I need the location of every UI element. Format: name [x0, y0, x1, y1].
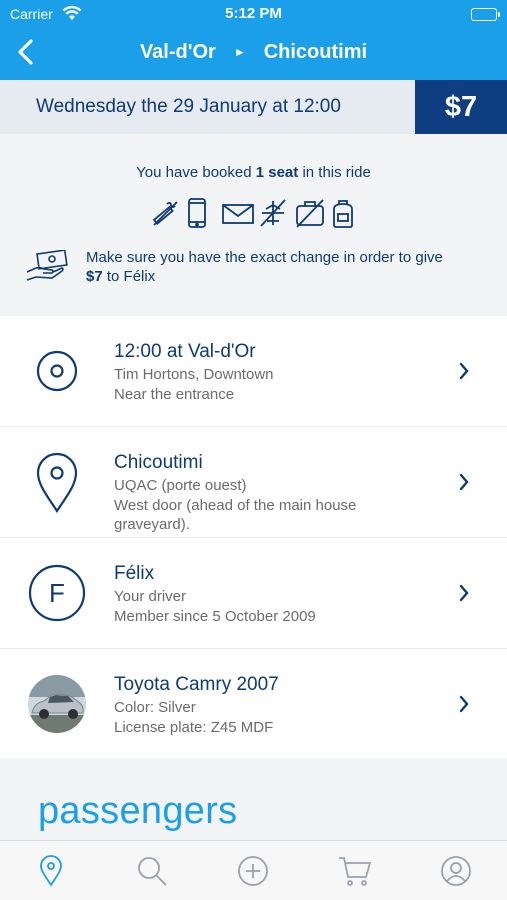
departure-point-icon	[28, 342, 86, 400]
ride-features	[150, 196, 360, 230]
departure-details: Tim Hortons, Downtown Near the entrance	[114, 365, 434, 404]
tab-search-icon[interactable]	[132, 851, 172, 891]
chevron-right-icon	[457, 472, 471, 492]
departure-note: Near the entrance	[114, 385, 235, 403]
add-icon	[238, 855, 269, 886]
route-title: Val-d'Or ► Chicoutimi	[0, 41, 507, 64]
arrival-row[interactable]: Chicoutimi UQAC (porte ouest) West door …	[0, 427, 507, 538]
payment-amount: $7	[86, 268, 103, 285]
cart-icon	[338, 856, 372, 886]
trip-date: Wednesday the 29 January at 12:00	[36, 96, 341, 117]
driver-initial: F	[49, 578, 65, 608]
seats-suffix: in this ride	[298, 164, 371, 181]
phone-icon	[186, 197, 216, 229]
payment-recipient: to Félix	[102, 268, 156, 285]
arrival-details: UQAC (porte ouest) West door (ahead of t…	[114, 476, 434, 535]
no-flights-icon	[258, 197, 288, 229]
chevron-right-icon	[457, 694, 471, 714]
trip-price: $7	[415, 80, 507, 134]
clock: 5:12 PM	[225, 5, 282, 22]
driver-member-since: Member since 5 October 2009	[114, 607, 316, 625]
arrival-place: UQAC (porte ouest)	[114, 477, 247, 494]
no-luggage-icon	[294, 197, 324, 229]
chevron-right-icon	[457, 583, 471, 603]
route-arrow-icon: ►	[233, 45, 246, 59]
driver-role: Your driver	[114, 588, 186, 605]
tab-profile-icon[interactable]	[436, 851, 476, 891]
cash-hand-icon	[26, 249, 68, 282]
route-from: Val-d'Or	[139, 41, 216, 63]
search-icon	[138, 856, 167, 886]
departure-row[interactable]: 12:00 at Val-d'Or Tim Hortons, Downtown …	[0, 316, 507, 427]
arrival-title: Chicoutimi	[114, 452, 203, 473]
payment-text: Make sure you have the exact change in o…	[86, 248, 443, 286]
email-icon	[222, 197, 254, 229]
trip-date-bar: Wednesday the 29 January at 12:00 $7	[0, 80, 507, 134]
profile-icon	[441, 855, 472, 886]
driver-initial-avatar: F	[28, 564, 86, 622]
car-plate: License plate: Z45 MDF	[114, 718, 274, 736]
battery-icon	[471, 8, 500, 21]
car-details: Color: Silver License plate: Z45 MDF	[114, 698, 434, 737]
departure-title: 12:00 at Val-d'Or	[114, 341, 256, 362]
backpack-icon	[330, 197, 360, 229]
car-model: Toyota Camry 2007	[114, 674, 279, 695]
map-pin-icon	[39, 854, 62, 887]
status-bar: Carrier 5:12 PM	[0, 0, 507, 28]
seats-prefix: You have booked	[136, 164, 256, 181]
chevron-right-icon	[457, 361, 471, 381]
car-color: Color: Silver	[114, 699, 196, 716]
arrival-note: West door (ahead of the main house grave…	[114, 496, 357, 534]
payment-line: Make sure you have the exact change in o…	[86, 249, 443, 266]
map-pin-icon	[28, 452, 86, 514]
top-bar: Carrier 5:12 PM Val-d'Or ► Chicoutimi	[0, 0, 507, 80]
ride-details-list: 12:00 at Val-d'Or Tim Hortons, Downtown …	[0, 316, 507, 763]
tab-add-icon[interactable]	[233, 851, 273, 891]
driver-name: Félix	[114, 563, 155, 584]
seats-count: 1 seat	[255, 164, 299, 181]
tab-bar	[0, 840, 507, 900]
seats-booked: You have booked 1 seat in this ride	[0, 164, 507, 181]
departure-place: Tim Hortons, Downtown	[114, 366, 274, 383]
tab-map-pin-icon[interactable]	[31, 851, 71, 891]
booking-info: You have booked 1 seat in this ride Make…	[0, 134, 507, 316]
route-to: Chicoutimi	[263, 41, 368, 63]
tab-cart-icon[interactable]	[335, 851, 375, 891]
driver-row[interactable]: F Félix Your driver Member since 5 Octob…	[0, 538, 507, 649]
car-photo	[28, 675, 86, 733]
driver-details: Your driver Member since 5 October 2009	[114, 587, 434, 626]
passengers-heading: passengers	[38, 790, 238, 832]
nav-bar: Val-d'Or ► Chicoutimi	[0, 28, 507, 80]
no-smoking-icon	[150, 197, 180, 229]
car-row[interactable]: Toyota Camry 2007 Color: Silver License …	[0, 649, 507, 763]
